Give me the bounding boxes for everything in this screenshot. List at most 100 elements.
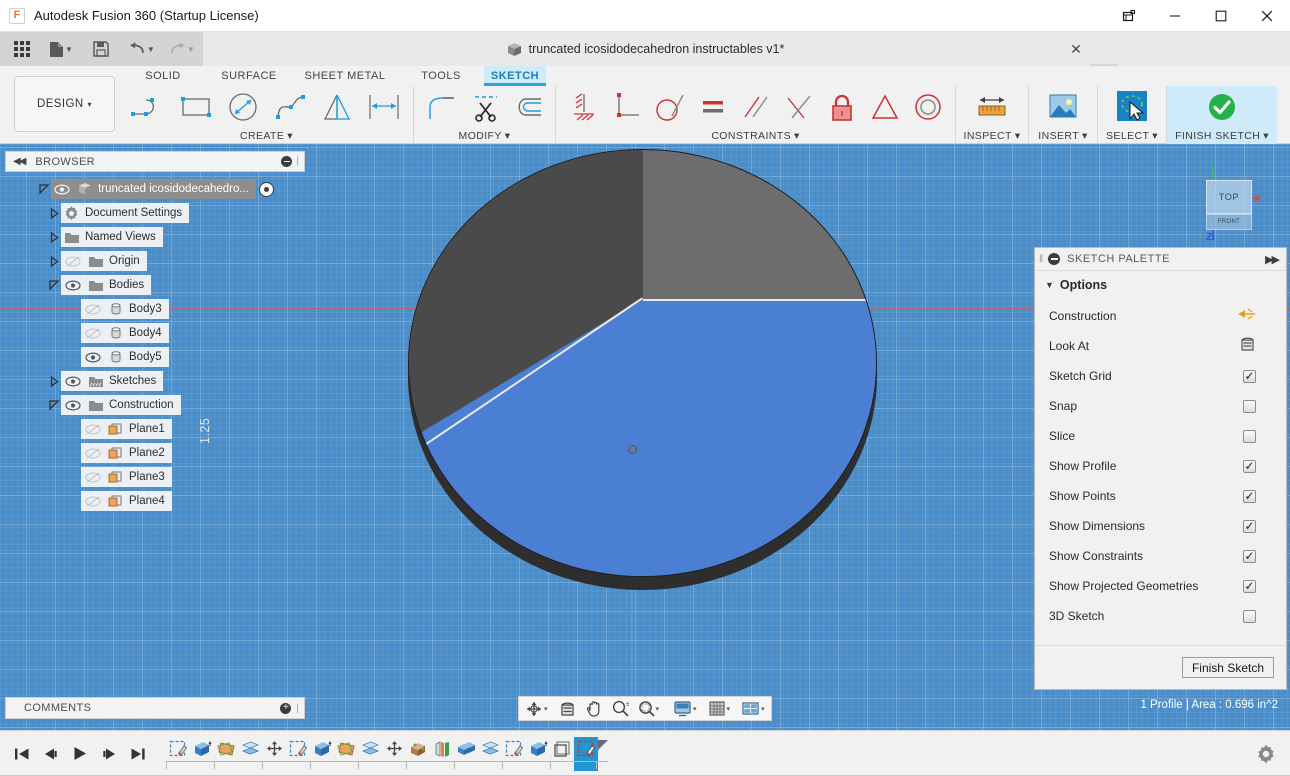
tab-sketch[interactable]: SKETCH — [484, 66, 546, 86]
ribbon-panel-finish-sketch[interactable]: FINISH SKETCH ▾ — [1167, 86, 1277, 144]
mirror-tool-icon[interactable] — [313, 86, 360, 128]
tree-row-root[interactable]: truncated icosidodecahedro... — [5, 178, 305, 200]
palette-options-section[interactable]: ▼ Options — [1035, 271, 1286, 299]
browser-item-bodies[interactable]: Bodies — [61, 275, 151, 295]
visibility-hidden-icon[interactable] — [83, 301, 102, 317]
insert-panel-title[interactable]: INSERT ▾ — [1038, 128, 1087, 144]
tree-row-sketches[interactable]: Sketches — [5, 370, 305, 392]
palette-row-show-constraints[interactable]: Show Constraints — [1035, 541, 1286, 571]
collapse-browser-icon[interactable]: ◀◀ — [13, 156, 24, 167]
timeline-settings-gear-icon[interactable] — [1256, 744, 1276, 764]
visibility-hidden-icon[interactable] — [63, 253, 82, 269]
browser-item-origin[interactable]: Origin — [61, 251, 147, 271]
activate-component-icon[interactable] — [259, 182, 274, 197]
twisty-closed-icon[interactable] — [47, 203, 61, 223]
slice-checkbox[interactable] — [1243, 430, 1256, 443]
visibility-hidden-icon[interactable] — [83, 445, 102, 461]
chevron-down-icon[interactable]: ▾ — [693, 705, 697, 713]
circle-tool-icon[interactable] — [220, 86, 267, 128]
sketch-grid-checkbox[interactable] — [1243, 370, 1256, 383]
look-at-icon[interactable] — [1239, 336, 1256, 357]
app-grid-icon[interactable] — [11, 36, 33, 62]
finish-sketch-title[interactable]: FINISH SKETCH ▾ — [1175, 128, 1269, 144]
comments-bar[interactable]: COMMENTS + | — [5, 697, 305, 719]
zoom-icon[interactable]: ± — [610, 698, 631, 719]
3d-sketch-checkbox[interactable] — [1243, 610, 1256, 623]
show-projected-geometries-checkbox[interactable] — [1243, 580, 1256, 593]
show-profile-checkbox[interactable] — [1243, 460, 1256, 473]
equal-constraint-icon[interactable] — [691, 86, 734, 128]
play-button[interactable] — [70, 744, 90, 764]
zoom-window-icon[interactable]: ▾ — [636, 698, 662, 719]
tree-row-named-views[interactable]: Named Views — [5, 226, 305, 248]
browser-item-root[interactable]: truncated icosidodecahedro... — [51, 179, 256, 199]
visibility-hidden-icon[interactable] — [83, 493, 102, 509]
cylinder-body[interactable] — [405, 144, 878, 596]
cursor-select-icon[interactable] — [1109, 86, 1156, 128]
twisty-open-icon[interactable] — [47, 395, 61, 415]
tab-solid[interactable]: SOLID — [120, 66, 206, 86]
measure-icon[interactable] — [969, 86, 1016, 128]
display-settings-icon[interactable]: ▾ — [671, 698, 699, 719]
browser-item-body3[interactable]: Body3 — [81, 299, 169, 319]
ribbon-panel-inspect[interactable]: INSPECT ▾ — [956, 86, 1029, 144]
coincident-constraint-icon[interactable] — [777, 86, 820, 128]
document-tab[interactable]: truncated icosidodecahedron instructable… — [203, 32, 1088, 66]
minimize-browser-icon[interactable] — [281, 156, 292, 167]
tangent-constraint-icon[interactable] — [648, 86, 691, 128]
green-check-icon[interactable] — [1199, 86, 1246, 128]
tree-row-document-settings[interactable]: Document Settings — [5, 202, 305, 224]
line-tool-icon[interactable] — [126, 86, 173, 128]
construction-icon[interactable] — [1236, 307, 1256, 326]
twisty-closed-icon[interactable] — [47, 371, 61, 391]
ribbon-panel-select[interactable]: SELECT ▾ — [1098, 86, 1167, 144]
timeline-end-marker[interactable] — [597, 740, 608, 751]
palette-row-show-dimensions[interactable]: Show Dimensions — [1035, 511, 1286, 541]
lock-constraint-icon[interactable] — [820, 86, 863, 128]
visibility-hidden-icon[interactable] — [83, 325, 102, 341]
fillet-tool-icon[interactable] — [420, 86, 463, 128]
chevron-down-icon[interactable]: ▾ — [761, 705, 765, 713]
browser-item-sketches[interactable]: Sketches — [61, 371, 163, 391]
palette-row-slice[interactable]: Slice — [1035, 421, 1286, 451]
browser-item-plane1[interactable]: Plane1 — [81, 419, 172, 439]
ribbon-group-constraints-title[interactable]: CONSTRAINTS ▾ — [562, 128, 949, 144]
show-dimensions-checkbox[interactable] — [1243, 520, 1256, 533]
show-points-checkbox[interactable] — [1243, 490, 1256, 503]
add-comment-icon[interactable]: + — [280, 703, 291, 714]
chevron-down-icon[interactable]: ▼ — [65, 45, 73, 54]
tree-row-plane1[interactable]: Plane1 — [5, 418, 305, 440]
visibility-eye-icon[interactable] — [63, 397, 82, 413]
parallel-constraint-icon[interactable] — [734, 86, 777, 128]
visibility-eye-icon[interactable] — [83, 349, 102, 365]
save-button[interactable] — [90, 36, 112, 62]
tab-surface[interactable]: SURFACE — [206, 66, 292, 86]
close-button[interactable] — [1244, 0, 1290, 32]
palette-row-show-points[interactable]: Show Points — [1035, 481, 1286, 511]
tree-row-bodies[interactable]: Bodies — [5, 274, 305, 296]
snap-checkbox[interactable] — [1243, 400, 1256, 413]
tab-sheet-metal[interactable]: SHEET METAL — [292, 66, 398, 86]
view-cube[interactable]: TOP FRONT X Z — [1190, 162, 1266, 248]
orbit-icon[interactable]: ▾ — [523, 698, 550, 719]
look-at-icon[interactable] — [557, 698, 578, 719]
perpendicular-constraint-icon[interactable] — [605, 86, 648, 128]
trim-tool-icon[interactable] — [463, 86, 506, 128]
chevron-down-icon[interactable]: ▾ — [656, 705, 660, 713]
grid-snap-icon[interactable]: ▾ — [706, 698, 733, 719]
browser-item-body5[interactable]: Body5 — [81, 347, 169, 367]
tree-row-plane3[interactable]: Plane3 — [5, 466, 305, 488]
dimension-tool-icon[interactable] — [360, 86, 407, 128]
browser-item-plane3[interactable]: Plane3 — [81, 467, 172, 487]
twisty-closed-icon[interactable] — [47, 227, 61, 247]
browser-item-named-views[interactable]: Named Views — [61, 227, 163, 247]
close-tab-button[interactable]: ✕ — [1068, 41, 1084, 57]
palette-row-show-profile[interactable]: Show Profile — [1035, 451, 1286, 481]
spline-tool-icon[interactable] — [266, 86, 313, 128]
workspace-selector[interactable]: DESIGN ▾ — [14, 76, 115, 132]
palette-row-show-projected-geometries[interactable]: Show Projected Geometries — [1035, 571, 1286, 601]
sketch-origin-point[interactable] — [628, 445, 637, 454]
ribbon-panel-insert[interactable]: INSERT ▾ — [1029, 86, 1098, 144]
pan-icon[interactable] — [584, 698, 604, 719]
browser-item-plane2[interactable]: Plane2 — [81, 443, 172, 463]
